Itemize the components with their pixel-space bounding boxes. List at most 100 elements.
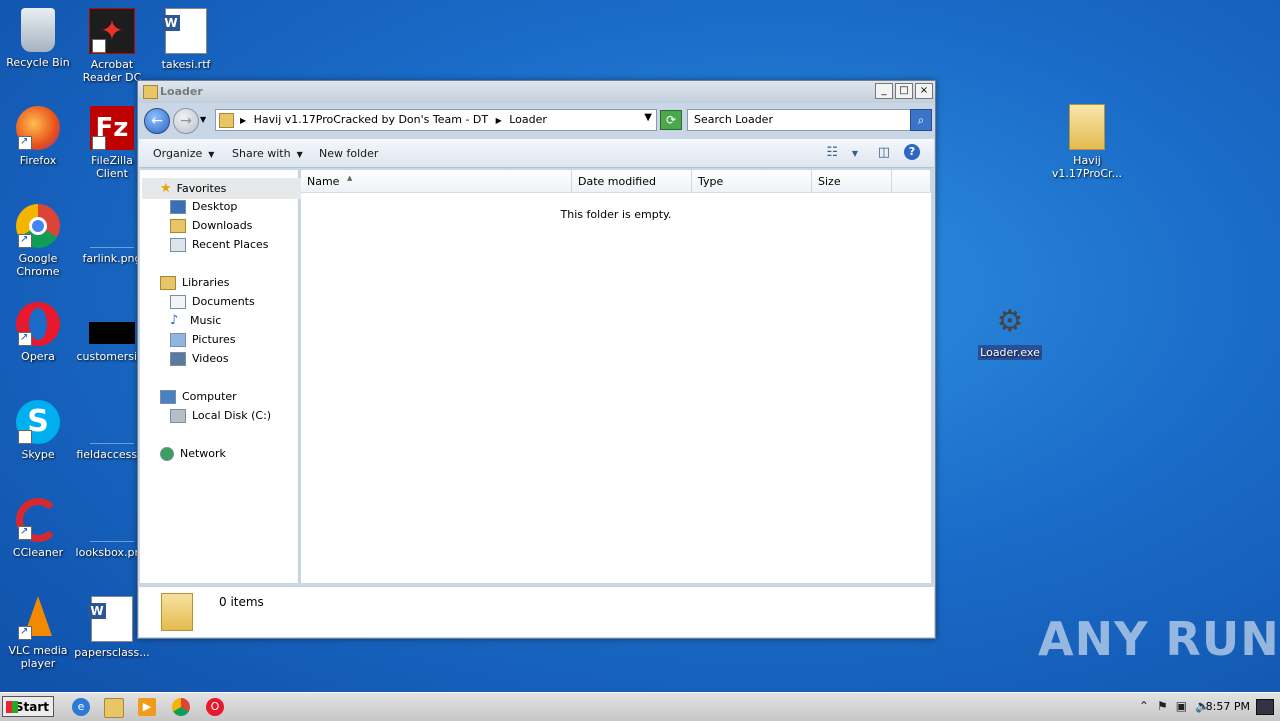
- network-icon[interactable]: ▣: [1176, 699, 1187, 713]
- nav-network[interactable]: Network: [160, 447, 226, 461]
- desktop-icon-label: Acrobat Reader DC: [82, 58, 142, 84]
- desktop-icon-havij-folder[interactable]: Havij v1.17ProCr...: [1048, 104, 1126, 180]
- folder-icon: [1069, 104, 1105, 150]
- nav-favorites[interactable]: ★ Favorites: [142, 178, 310, 199]
- start-button[interactable]: Start: [2, 696, 54, 717]
- desktop-icon-opera[interactable]: Opera: [0, 302, 76, 363]
- command-bar: Organize ▼ Share with ▼ New folder ☷ ▼ ◫ ?: [139, 139, 934, 168]
- breadcrumb-havij[interactable]: Havij v1.17ProCracked by Don's Team - DT: [254, 113, 488, 126]
- desktop-icon-firefox[interactable]: Firefox: [0, 106, 76, 167]
- column-header-extra[interactable]: [892, 170, 931, 193]
- recent-pages-dropdown-icon[interactable]: ▼: [200, 115, 206, 124]
- acrobat-icon: ✦: [89, 8, 135, 82]
- file-list-pane[interactable]: Name ▲ Date modified Type Size This folde…: [301, 170, 931, 583]
- explorer-window[interactable]: Loader _ □ × ← → ▼ ▶ Havij v1.17ProCrack…: [137, 80, 936, 639]
- desktop-icon-label: CCleaner: [12, 546, 64, 559]
- opera-icon[interactable]: O: [206, 698, 224, 716]
- forward-button[interactable]: →: [173, 108, 199, 134]
- item-count: 0 items: [219, 595, 264, 609]
- breadcrumb-chevron-icon[interactable]: ▶: [240, 116, 246, 125]
- preview-pane-icon[interactable]: ◫: [878, 145, 890, 160]
- chevron-down-icon[interactable]: ▼: [644, 112, 652, 123]
- desktop-icon: [170, 200, 186, 214]
- windows-logo-icon: [6, 701, 18, 713]
- search-icon[interactable]: ⌕: [910, 109, 932, 131]
- maximize-button[interactable]: □: [895, 83, 913, 99]
- desktop-icon-label: Firefox: [19, 154, 57, 167]
- window-title: Loader: [160, 85, 203, 98]
- documents-icon: [170, 295, 186, 309]
- nav-libraries[interactable]: Libraries: [160, 276, 230, 290]
- nav-desktop[interactable]: Desktop: [170, 200, 237, 214]
- address-row: ← → ▼ ▶ Havij v1.17ProCracked by Don's T…: [138, 105, 935, 135]
- chevron-down-icon[interactable]: ▼: [852, 149, 858, 158]
- nav-music[interactable]: ♪ Music: [170, 314, 221, 327]
- desktop-icon-chrome[interactable]: Google Chrome: [0, 204, 76, 278]
- system-tray: ⌃ ⚑ ▣ 🔈: [1139, 699, 1210, 713]
- action-center-flag-icon[interactable]: ⚑: [1157, 699, 1168, 713]
- breadcrumb-loader[interactable]: Loader: [509, 113, 547, 126]
- computer-icon: [160, 390, 176, 404]
- black-image-icon: [89, 322, 135, 344]
- media-player-icon[interactable]: ▶: [138, 698, 156, 716]
- back-button[interactable]: ←: [144, 108, 170, 134]
- share-with-menu[interactable]: Share with ▼: [232, 147, 303, 160]
- nav-recent-places[interactable]: Recent Places: [170, 238, 269, 252]
- view-options-icon[interactable]: ☷: [826, 145, 838, 160]
- column-header-date-modified[interactable]: Date modified: [572, 170, 692, 193]
- opera-icon: [16, 302, 60, 346]
- desktop-icon-label: Google Chrome: [16, 252, 60, 278]
- chrome-icon[interactable]: [172, 698, 190, 716]
- sort-up-icon: ▲: [347, 174, 353, 182]
- minimize-button[interactable]: _: [875, 83, 893, 99]
- music-note-icon: ♪: [170, 313, 179, 328]
- desktop-icon-loader-exe[interactable]: ⚙ Loader.exe: [972, 302, 1048, 360]
- desktop-icon-label: Opera: [21, 350, 55, 363]
- clock[interactable]: 8:57 PM: [1206, 700, 1250, 713]
- desktop-icon-label: VLC media player: [8, 644, 68, 670]
- nav-local-disk[interactable]: Local Disk (C:): [170, 409, 271, 423]
- desktop-icon-skype[interactable]: S Skype: [0, 400, 76, 473]
- close-button[interactable]: ×: [915, 83, 933, 99]
- desktop-icon-acrobat[interactable]: ✦ Acrobat Reader DC: [74, 8, 150, 84]
- column-header-size[interactable]: Size: [812, 170, 892, 193]
- downloads-icon: [170, 219, 186, 233]
- desktop-icon-ccleaner[interactable]: CCleaner: [0, 498, 76, 559]
- title-bar[interactable]: Loader _ □ ×: [138, 81, 935, 103]
- network-globe-icon: [160, 447, 174, 461]
- nav-computer[interactable]: Computer: [160, 390, 237, 404]
- desktop-icon-label: Recycle Bin: [6, 56, 70, 69]
- column-header-type[interactable]: Type: [692, 170, 812, 193]
- word-document-icon: W: [88, 596, 133, 642]
- nav-documents[interactable]: Documents: [170, 295, 255, 309]
- organize-menu[interactable]: Organize ▼: [153, 147, 214, 160]
- folder-icon: [161, 593, 193, 631]
- chevron-up-icon[interactable]: ⌃: [1139, 699, 1149, 713]
- image-file-icon: [90, 204, 134, 248]
- word-document-icon: W: [162, 8, 207, 54]
- desktop-icon-takesi[interactable]: W takesi.rtf: [148, 8, 224, 71]
- desktop-icon-recycle-bin[interactable]: Recycle Bin: [0, 8, 76, 69]
- nav-pictures[interactable]: Pictures: [170, 333, 236, 347]
- search-input[interactable]: Search Loader: [687, 109, 911, 131]
- refresh-button[interactable]: ⟳: [660, 110, 682, 130]
- nav-videos[interactable]: Videos: [170, 352, 229, 366]
- empty-folder-message: This folder is empty.: [560, 208, 672, 221]
- folder-icon: [219, 113, 234, 128]
- details-pane: 0 items: [139, 586, 934, 637]
- image-file-icon: [90, 400, 134, 444]
- search-placeholder: Search Loader: [694, 113, 773, 126]
- file-explorer-icon[interactable]: [104, 698, 124, 718]
- column-header-name[interactable]: Name ▲: [301, 170, 572, 193]
- internet-explorer-icon[interactable]: e: [72, 698, 90, 716]
- new-folder-button[interactable]: New folder: [319, 147, 378, 160]
- breadcrumb-chevron-icon[interactable]: ▶: [496, 116, 502, 125]
- ccleaner-icon: [16, 498, 60, 542]
- filezilla-icon: Fz: [90, 106, 134, 179]
- nav-downloads[interactable]: Downloads: [170, 219, 252, 233]
- show-desktop-button[interactable]: [1256, 699, 1274, 715]
- desktop-icon-vlc[interactable]: VLC media player: [0, 596, 76, 670]
- address-bar[interactable]: ▶ Havij v1.17ProCracked by Don's Team - …: [215, 109, 657, 131]
- help-button[interactable]: ?: [904, 144, 920, 160]
- recycle-bin-icon: [21, 8, 55, 52]
